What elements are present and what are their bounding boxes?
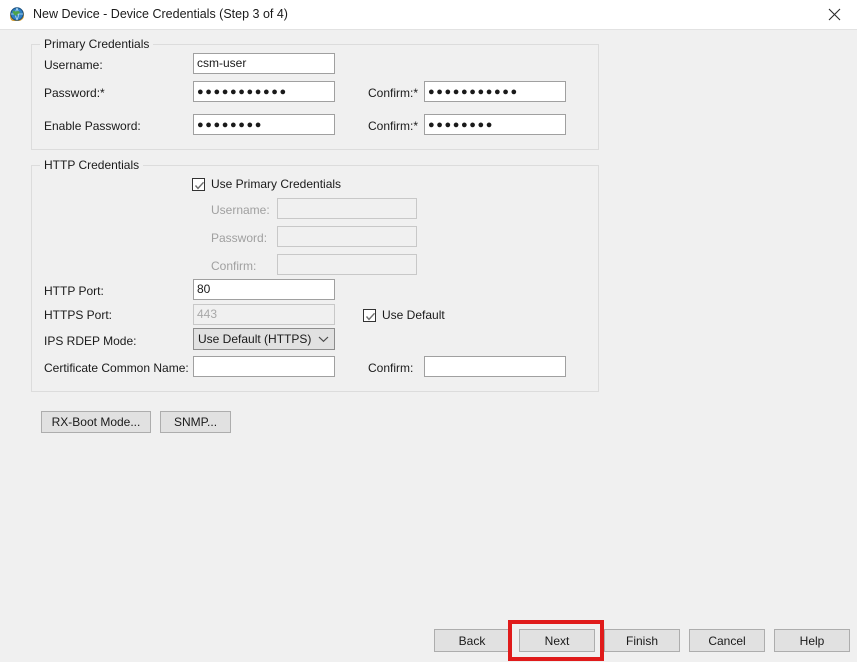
- https-port-input: 443: [193, 304, 335, 325]
- primary-enable-password-input[interactable]: ●●●●●●●●: [193, 114, 335, 135]
- primary-username-value: csm-user: [197, 56, 247, 70]
- next-button[interactable]: Next: [519, 629, 595, 652]
- certificate-common-name-input[interactable]: [193, 356, 335, 377]
- certificate-confirm-label: Confirm:: [368, 361, 414, 375]
- primary-enable-password-confirm-input[interactable]: ●●●●●●●●: [424, 114, 566, 135]
- window-titlebar: New Device - Device Credentials (Step 3 …: [0, 0, 857, 30]
- primary-username-label: Username:: [44, 58, 103, 72]
- http-confirm-input: [277, 254, 417, 275]
- use-primary-credentials-label: Use Primary Credentials: [211, 177, 342, 191]
- checkbox-box: [363, 308, 376, 322]
- snmp-button[interactable]: SNMP...: [160, 411, 231, 433]
- finish-label: Finish: [625, 633, 658, 648]
- use-default-checkbox[interactable]: Use Default: [363, 308, 445, 322]
- primary-enable-password-confirm-label: Confirm:*: [368, 119, 419, 133]
- ips-rdep-mode-label: IPS RDEP Mode:: [44, 334, 137, 348]
- primary-credentials-group-title: Primary Credentials: [40, 37, 154, 51]
- primary-password-confirm-value: ●●●●●●●●●●●: [428, 86, 519, 98]
- next-label: Next: [544, 633, 570, 648]
- close-button[interactable]: [811, 0, 857, 29]
- primary-password-confirm-input[interactable]: ●●●●●●●●●●●: [424, 81, 566, 102]
- http-username-input: [277, 198, 417, 219]
- globe-device-icon: [9, 6, 26, 23]
- http-password-label: Password:: [211, 231, 268, 245]
- http-confirm-label: Confirm:: [211, 259, 257, 273]
- help-label: Help: [799, 633, 825, 648]
- use-primary-credentials-checkbox[interactable]: Use Primary Credentials: [192, 177, 341, 191]
- http-password-input: [277, 226, 417, 247]
- https-port-label: HTTPS Port:: [44, 308, 113, 322]
- rx-boot-mode-button[interactable]: RX-Boot Mode...: [41, 411, 151, 433]
- primary-password-confirm-label: Confirm:*: [368, 86, 419, 100]
- close-icon: [828, 8, 840, 21]
- check-icon: [365, 312, 376, 320]
- http-port-label: HTTP Port:: [44, 284, 104, 298]
- check-icon: [194, 181, 205, 189]
- http-port-value: 80: [197, 282, 211, 296]
- back-button[interactable]: Back: [434, 629, 510, 652]
- use-default-label: Use Default: [382, 308, 445, 322]
- ips-rdep-mode-value: Use Default (HTTPS): [198, 332, 312, 346]
- cancel-button[interactable]: Cancel: [689, 629, 765, 652]
- back-label: Back: [458, 633, 486, 648]
- http-port-input[interactable]: 80: [193, 279, 335, 300]
- https-port-value: 443: [197, 307, 218, 321]
- rx-boot-mode-label: RX-Boot Mode...: [51, 415, 141, 429]
- primary-enable-password-confirm-value: ●●●●●●●●: [428, 119, 494, 131]
- primary-username-input[interactable]: csm-user: [193, 53, 335, 74]
- certificate-confirm-input[interactable]: [424, 356, 566, 377]
- chevron-down-icon: [312, 335, 334, 343]
- http-credentials-group-title: HTTP Credentials: [40, 158, 144, 172]
- window-title: New Device - Device Credentials (Step 3 …: [33, 7, 288, 21]
- certificate-common-name-label: Certificate Common Name:: [44, 361, 189, 375]
- finish-button[interactable]: Finish: [604, 629, 680, 652]
- help-button[interactable]: Help: [774, 629, 850, 652]
- primary-enable-password-value: ●●●●●●●●: [197, 119, 263, 131]
- ips-rdep-mode-dropdown[interactable]: Use Default (HTTPS): [193, 328, 335, 350]
- http-username-label: Username:: [211, 203, 270, 217]
- checkbox-box: [192, 177, 205, 191]
- primary-enable-password-label: Enable Password:: [44, 119, 141, 133]
- snmp-label: SNMP...: [173, 415, 218, 429]
- primary-password-label: Password:*: [44, 86, 105, 100]
- primary-password-input[interactable]: ●●●●●●●●●●●: [193, 81, 335, 102]
- primary-password-value: ●●●●●●●●●●●: [197, 86, 288, 98]
- cancel-label: Cancel: [708, 633, 746, 648]
